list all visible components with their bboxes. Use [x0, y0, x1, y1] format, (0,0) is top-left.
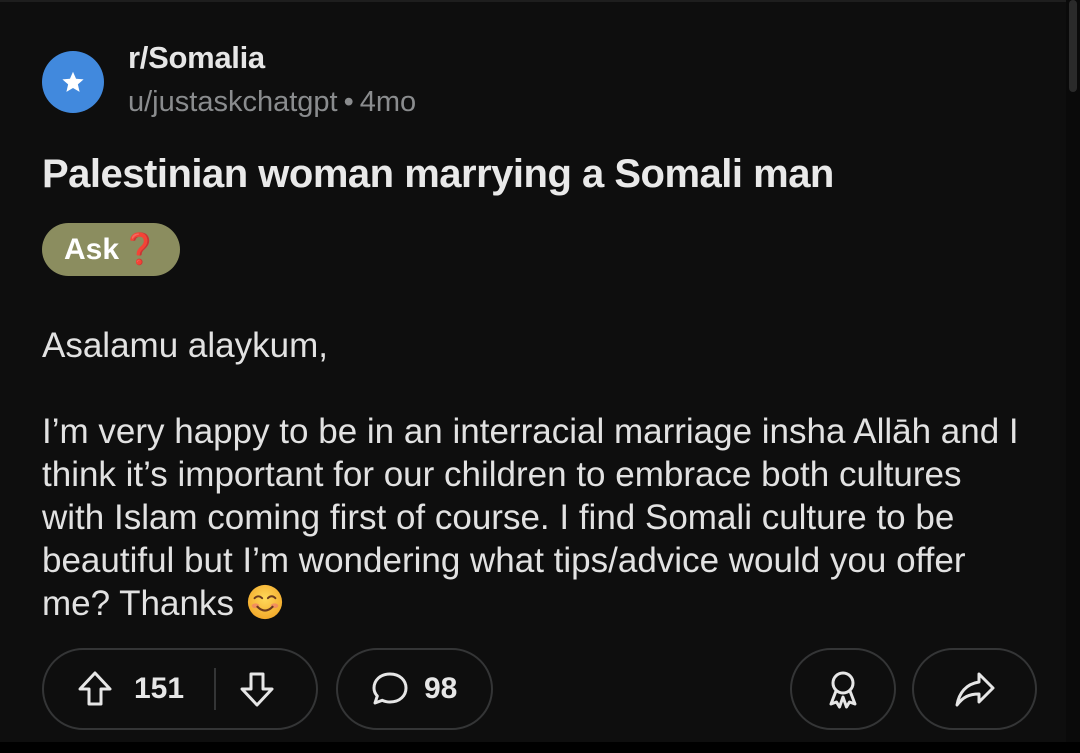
post-meta: u/justaskchatgpt • 4mo [128, 86, 416, 119]
comment-count: 98 [424, 672, 458, 705]
upvote-count: 151 [134, 672, 185, 705]
vote-control: 151 [42, 648, 318, 730]
subreddit-avatar[interactable] [42, 51, 104, 113]
comment-bubble-icon [372, 672, 408, 705]
share-arrow-icon [955, 672, 994, 707]
body-paragraph: I’m very happy to be in an interracial m… [42, 410, 1032, 625]
scrollbar-thumb[interactable] [1069, 0, 1077, 92]
post-title[interactable]: Palestinian woman marrying a Somali man [42, 152, 834, 197]
flair-label: Ask [64, 232, 120, 266]
meta-separator: • [343, 86, 354, 118]
post-age: 4mo [359, 86, 417, 118]
post-body: Asalamu alaykum, I’m very happy to be in… [42, 324, 1032, 625]
award-button[interactable] [790, 648, 896, 730]
award-ribbon-icon [829, 671, 857, 709]
bottom-edge [0, 742, 1080, 753]
star-icon [62, 71, 84, 92]
subreddit-name[interactable]: r/Somalia [128, 40, 265, 76]
downvote-button[interactable] [238, 669, 276, 709]
comments-button[interactable]: 98 [336, 648, 493, 730]
post-flair[interactable]: Ask ❓ [42, 223, 181, 276]
vote-divider [214, 668, 217, 710]
share-button[interactable] [912, 648, 1037, 730]
smiling-face-emoji [247, 584, 282, 620]
post-card: r/Somalia u/justaskchatgpt • 4mo Palestini… [0, 0, 1066, 744]
author-username[interactable]: u/justaskchatgpt [128, 86, 338, 118]
body-paragraph-text: I’m very happy to be in an interracial m… [42, 412, 1019, 623]
body-greeting: Asalamu alaykum, [42, 326, 328, 365]
comment-bubble [370, 670, 410, 708]
scrollbar[interactable] [1066, 0, 1080, 742]
upvote-button[interactable] [76, 669, 114, 709]
upvote-arrow-icon [78, 671, 112, 706]
downvote-arrow-icon [240, 672, 274, 707]
question-mark-emoji: ❓ [121, 233, 159, 266]
